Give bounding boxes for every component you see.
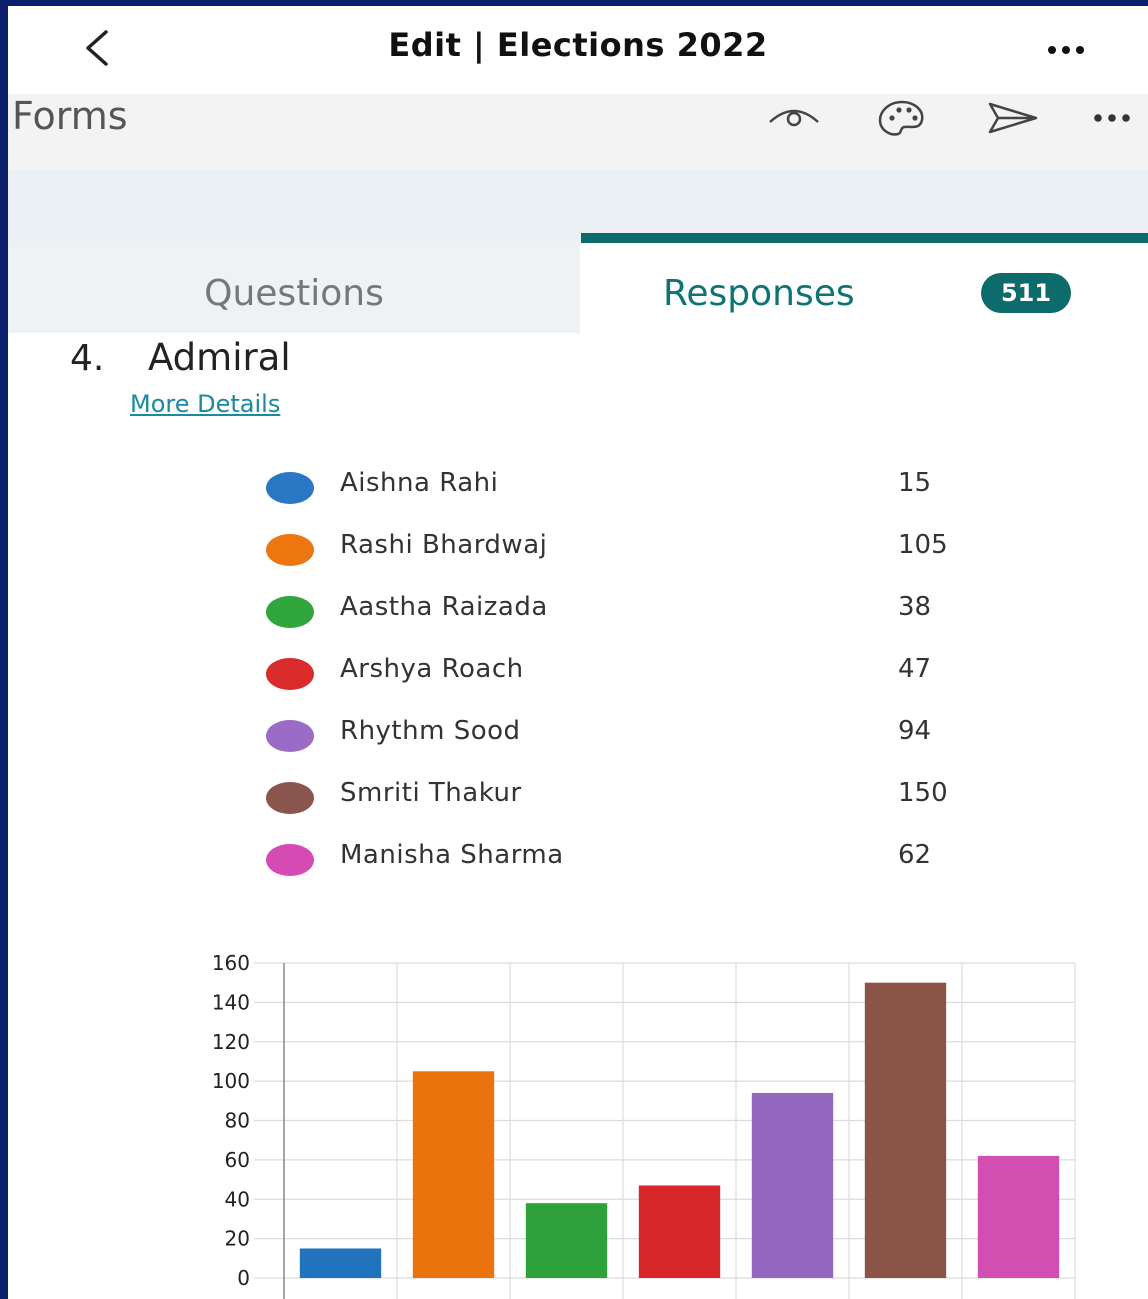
- legend-value: 38: [898, 592, 932, 622]
- header-band: [8, 170, 1148, 242]
- question-number: 4.: [70, 338, 105, 379]
- y-tick-label: 80: [225, 1109, 250, 1133]
- legend-item: Manisha Sharma 62: [266, 838, 1026, 878]
- y-tick-label: 140: [212, 990, 250, 1014]
- legend-item: Rhythm Sood 94: [266, 714, 1026, 754]
- bar: [412, 1071, 495, 1278]
- tab-questions-label: Questions: [204, 273, 384, 314]
- legend-color-dot: [266, 844, 314, 876]
- bar: [299, 1248, 382, 1278]
- more-horizontal-icon[interactable]: [1038, 34, 1094, 62]
- legend-name: Smriti Thakur: [340, 778, 522, 808]
- legend-value: 105: [898, 530, 948, 560]
- legend-color-dot: [266, 472, 314, 504]
- bar: [638, 1185, 721, 1278]
- legend-name: Rashi Bhardwaj: [340, 530, 548, 560]
- bar: [751, 1092, 834, 1278]
- legend-item: Aastha Raizada 38: [266, 590, 1026, 630]
- bar: [525, 1203, 608, 1278]
- legend-name: Aastha Raizada: [340, 592, 548, 622]
- question-title: Admiral: [148, 336, 291, 379]
- y-tick-label: 60: [225, 1148, 250, 1172]
- tab-bar: Questions Responses 511: [8, 233, 1148, 333]
- y-tick-label: 40: [225, 1187, 250, 1211]
- top-bar: Edit | Elections 2022: [8, 6, 1148, 94]
- tab-questions[interactable]: Questions: [8, 241, 580, 333]
- legend-color-dot: [266, 782, 314, 814]
- legend-item: Arshya Roach 47: [266, 652, 1026, 692]
- tab-responses[interactable]: Responses 511: [581, 233, 1148, 333]
- legend-name: Arshya Roach: [340, 654, 524, 684]
- legend-value: 150: [898, 778, 948, 808]
- eye-icon[interactable]: [764, 96, 824, 140]
- legend-item: Smriti Thakur 150: [266, 776, 1026, 816]
- responses-count-badge: 511: [981, 273, 1071, 313]
- legend-color-dot: [266, 534, 314, 566]
- legend-name: Aishna Rahi: [340, 468, 499, 498]
- legend-value: 15: [898, 468, 932, 498]
- legend-name: Manisha Sharma: [340, 840, 564, 870]
- more-horizontal-icon[interactable]: [1080, 96, 1140, 140]
- legend-value: 62: [898, 840, 932, 870]
- app-name: Forms: [12, 94, 128, 138]
- legend-name: Rhythm Sood: [340, 716, 521, 746]
- y-tick-label: 100: [212, 1069, 250, 1093]
- more-details-link[interactable]: More Details: [130, 390, 280, 418]
- legend-value: 94: [898, 716, 932, 746]
- bar: [864, 982, 947, 1278]
- legend-color-dot: [266, 596, 314, 628]
- legend-item: Aishna Rahi 15: [266, 466, 1026, 506]
- legend-color-dot: [266, 658, 314, 690]
- legend-value: 47: [898, 654, 932, 684]
- legend-color-dot: [266, 720, 314, 752]
- page-title: Edit | Elections 2022: [388, 26, 768, 64]
- y-tick-label: 160: [212, 951, 250, 975]
- tab-responses-label: Responses: [663, 273, 855, 314]
- y-tick-label: 20: [225, 1227, 250, 1251]
- forms-toolbar: Forms: [8, 94, 1148, 170]
- y-tick-label: 120: [212, 1030, 250, 1054]
- palette-icon[interactable]: [872, 96, 932, 140]
- legend-item: Rashi Bhardwaj 105: [266, 528, 1026, 568]
- send-icon[interactable]: [982, 96, 1042, 140]
- bar: [977, 1155, 1060, 1278]
- y-tick-label: 0: [237, 1266, 250, 1290]
- bar-chart: 0 20 40 60 80 100 120 140 160: [212, 951, 1076, 1299]
